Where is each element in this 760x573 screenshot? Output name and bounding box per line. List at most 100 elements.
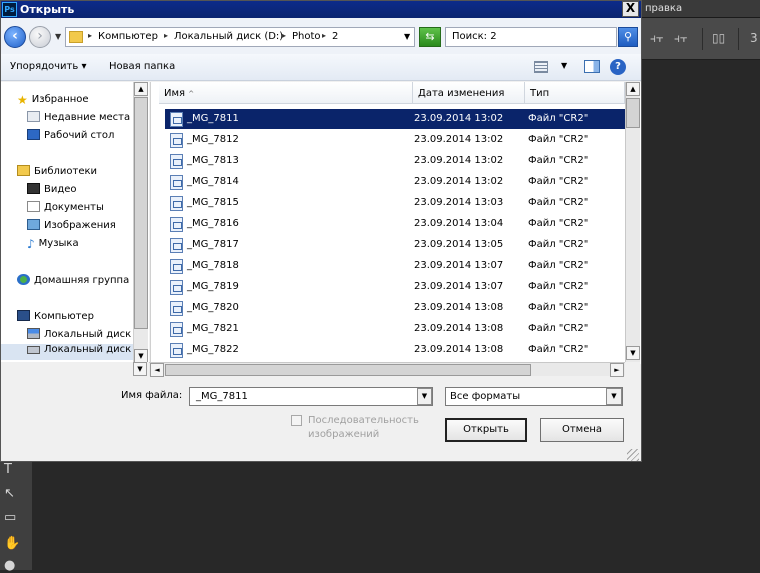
scroll-thumb[interactable] <box>134 97 148 329</box>
file-row[interactable]: _MG_7821 23.09.2014 13:08 Файл "CR2" <box>165 319 625 339</box>
refresh-button[interactable]: ⇆ <box>419 27 441 47</box>
nav-recent-places[interactable]: Недавние места <box>27 111 130 127</box>
scroll-left-icon[interactable]: ▼ <box>133 362 147 376</box>
scroll-thumb[interactable] <box>165 364 531 376</box>
file-hscrollbar[interactable]: ◄ ► <box>149 362 625 377</box>
close-button[interactable]: X <box>622 1 639 17</box>
history-dropdown-icon[interactable]: ▼ <box>55 32 61 41</box>
breadcrumb-photo[interactable]: Photo <box>292 31 321 42</box>
nav-desktop[interactable]: Рабочий стол <box>27 129 114 145</box>
filename-dropdown-icon[interactable]: ▼ <box>417 388 432 405</box>
nav-hscrollbar[interactable]: ▼ <box>1 362 149 376</box>
folder-icon <box>69 31 83 43</box>
rectangle-tool-icon[interactable]: ▭ <box>4 510 16 525</box>
scrollbar-corner <box>625 362 640 376</box>
more-icon[interactable]: 3 <box>750 31 758 45</box>
scroll-down-icon[interactable]: ▼ <box>134 349 148 363</box>
scroll-right-icon[interactable]: ► <box>610 363 624 377</box>
search-icon[interactable]: ⚲ <box>618 27 638 47</box>
nav-label: Локальный диск ( <box>44 329 139 340</box>
search-input[interactable]: Поиск: 2 <box>445 27 617 47</box>
breadcrumb-disk[interactable]: Локальный диск (D:) <box>174 31 283 42</box>
nav-label: Библиотеки <box>34 166 98 177</box>
nav-favorites[interactable]: ★ Избранное <box>17 93 89 109</box>
file-row[interactable]: _MG_7818 23.09.2014 13:07 Файл "CR2" <box>165 256 625 276</box>
file-row[interactable]: _MG_7815 23.09.2014 13:03 Файл "CR2" <box>165 193 625 213</box>
drive-icon <box>27 346 40 354</box>
view-dropdown-icon[interactable]: ▼ <box>561 61 567 70</box>
chevron-right-icon[interactable]: ▸ <box>164 31 168 40</box>
app-toolbar: T ↖ ▭ ✋ ● <box>0 462 32 573</box>
file-name: _MG_7816 <box>187 218 239 229</box>
cr2-file-icon <box>170 112 183 127</box>
file-row[interactable]: _MG_7822 23.09.2014 13:08 Файл "CR2" <box>165 340 625 360</box>
file-row[interactable]: _MG_7813 23.09.2014 13:02 Файл "CR2" <box>165 151 625 171</box>
nav-scrollbar[interactable]: ▲ ▼ <box>133 82 148 364</box>
open-button[interactable]: Открыть <box>445 418 527 442</box>
menu-edit[interactable]: правка <box>645 3 682 14</box>
view-options-icon[interactable] <box>534 61 548 73</box>
align-center-icon[interactable]: ⫞⫟ <box>674 31 687 46</box>
column-header-type[interactable]: Тип <box>525 82 625 104</box>
filename-input[interactable]: _MG_7811 <box>189 387 433 406</box>
cancel-button[interactable]: Отмена <box>540 418 624 442</box>
forward-button[interactable]: › <box>29 26 51 48</box>
nav-local-disk-2[interactable]: Локальный диск ( <box>1 344 138 360</box>
nav-video[interactable]: Видео <box>27 183 77 199</box>
video-icon <box>27 183 40 194</box>
resize-grip[interactable] <box>627 449 639 461</box>
hand-tool-icon[interactable]: ✋ <box>4 536 20 551</box>
chevron-right-icon[interactable]: ▸ <box>322 31 326 40</box>
file-row[interactable]: _MG_7817 23.09.2014 13:05 Файл "CR2" <box>165 235 625 255</box>
file-row[interactable]: _MG_7812 23.09.2014 13:02 Файл "CR2" <box>165 130 625 150</box>
scroll-down-icon[interactable]: ▼ <box>626 346 640 360</box>
align-left-icon[interactable]: ⫞⫟ <box>650 31 663 46</box>
breadcrumb-2[interactable]: 2 <box>332 31 338 42</box>
help-icon[interactable]: ? <box>610 59 626 75</box>
scroll-left-icon[interactable]: ◄ <box>150 363 164 377</box>
back-button[interactable]: ‹ <box>4 26 26 48</box>
new-folder-button[interactable]: Новая папка <box>109 61 175 72</box>
nav-libraries[interactable]: Библиотеки <box>17 165 97 181</box>
open-dialog: Ps Открыть X ‹ › ▼ ▸ Компьютер ▸ Локальн… <box>0 0 642 462</box>
address-bar[interactable]: ▸ Компьютер ▸ Локальный диск (D:) ▸ Phot… <box>65 27 415 47</box>
distribute-icon[interactable]: ▯▯ <box>712 31 725 45</box>
preview-pane-icon[interactable] <box>584 60 600 73</box>
nav-label: Изображения <box>44 220 116 231</box>
organize-button[interactable]: Упорядочить ▾ <box>10 61 86 72</box>
filetype-dropdown-icon[interactable]: ▼ <box>606 388 622 405</box>
file-row[interactable]: _MG_7814 23.09.2014 13:02 Файл "CR2" <box>165 172 625 192</box>
nav-music[interactable]: ♪ Музыка <box>27 237 79 253</box>
nav-documents[interactable]: Документы <box>27 201 104 217</box>
type-tool-icon[interactable]: T <box>4 462 12 477</box>
address-dropdown-icon[interactable]: ▼ <box>404 32 410 41</box>
filename-label: Имя файла: <box>121 390 183 401</box>
cr2-file-icon <box>170 259 183 274</box>
file-type: Файл "CR2" <box>528 281 589 292</box>
file-row[interactable]: _MG_7820 23.09.2014 13:08 Файл "CR2" <box>165 298 625 318</box>
desktop-icon <box>27 129 40 140</box>
sequence-checkbox[interactable] <box>291 415 302 426</box>
nav-images[interactable]: Изображения <box>27 219 116 235</box>
nav-computer[interactable]: Компьютер <box>17 310 94 326</box>
breadcrumb-computer[interactable]: Компьютер <box>98 31 158 42</box>
zoom-tool-icon[interactable]: ● <box>4 558 15 573</box>
chevron-right-icon[interactable]: ▸ <box>282 31 286 40</box>
scroll-up-icon[interactable]: ▲ <box>626 82 640 96</box>
file-type: Файл "CR2" <box>528 155 589 166</box>
path-select-tool-icon[interactable]: ↖ <box>4 486 15 501</box>
file-row[interactable]: _MG_7811 23.09.2014 13:02 Файл "CR2" <box>165 109 625 129</box>
cr2-file-icon <box>170 217 183 232</box>
nav-homegroup[interactable]: Домашняя группа <box>17 274 129 290</box>
filetype-select[interactable]: Все форматы <box>445 387 623 406</box>
scroll-up-icon[interactable]: ▲ <box>134 82 148 96</box>
file-scrollbar[interactable]: ▲ ▼ <box>625 82 640 364</box>
computer-icon <box>17 310 30 321</box>
file-row[interactable]: _MG_7816 23.09.2014 13:04 Файл "CR2" <box>165 214 625 234</box>
nav-local-disk-1[interactable]: Локальный диск ( <box>27 328 138 344</box>
chevron-right-icon[interactable]: ▸ <box>88 31 92 40</box>
file-row[interactable]: _MG_7819 23.09.2014 13:07 Файл "CR2" <box>165 277 625 297</box>
scroll-thumb[interactable] <box>626 98 640 128</box>
column-header-date[interactable]: Дата изменения <box>413 82 525 104</box>
column-header-name[interactable]: Имя ^ <box>159 82 413 104</box>
